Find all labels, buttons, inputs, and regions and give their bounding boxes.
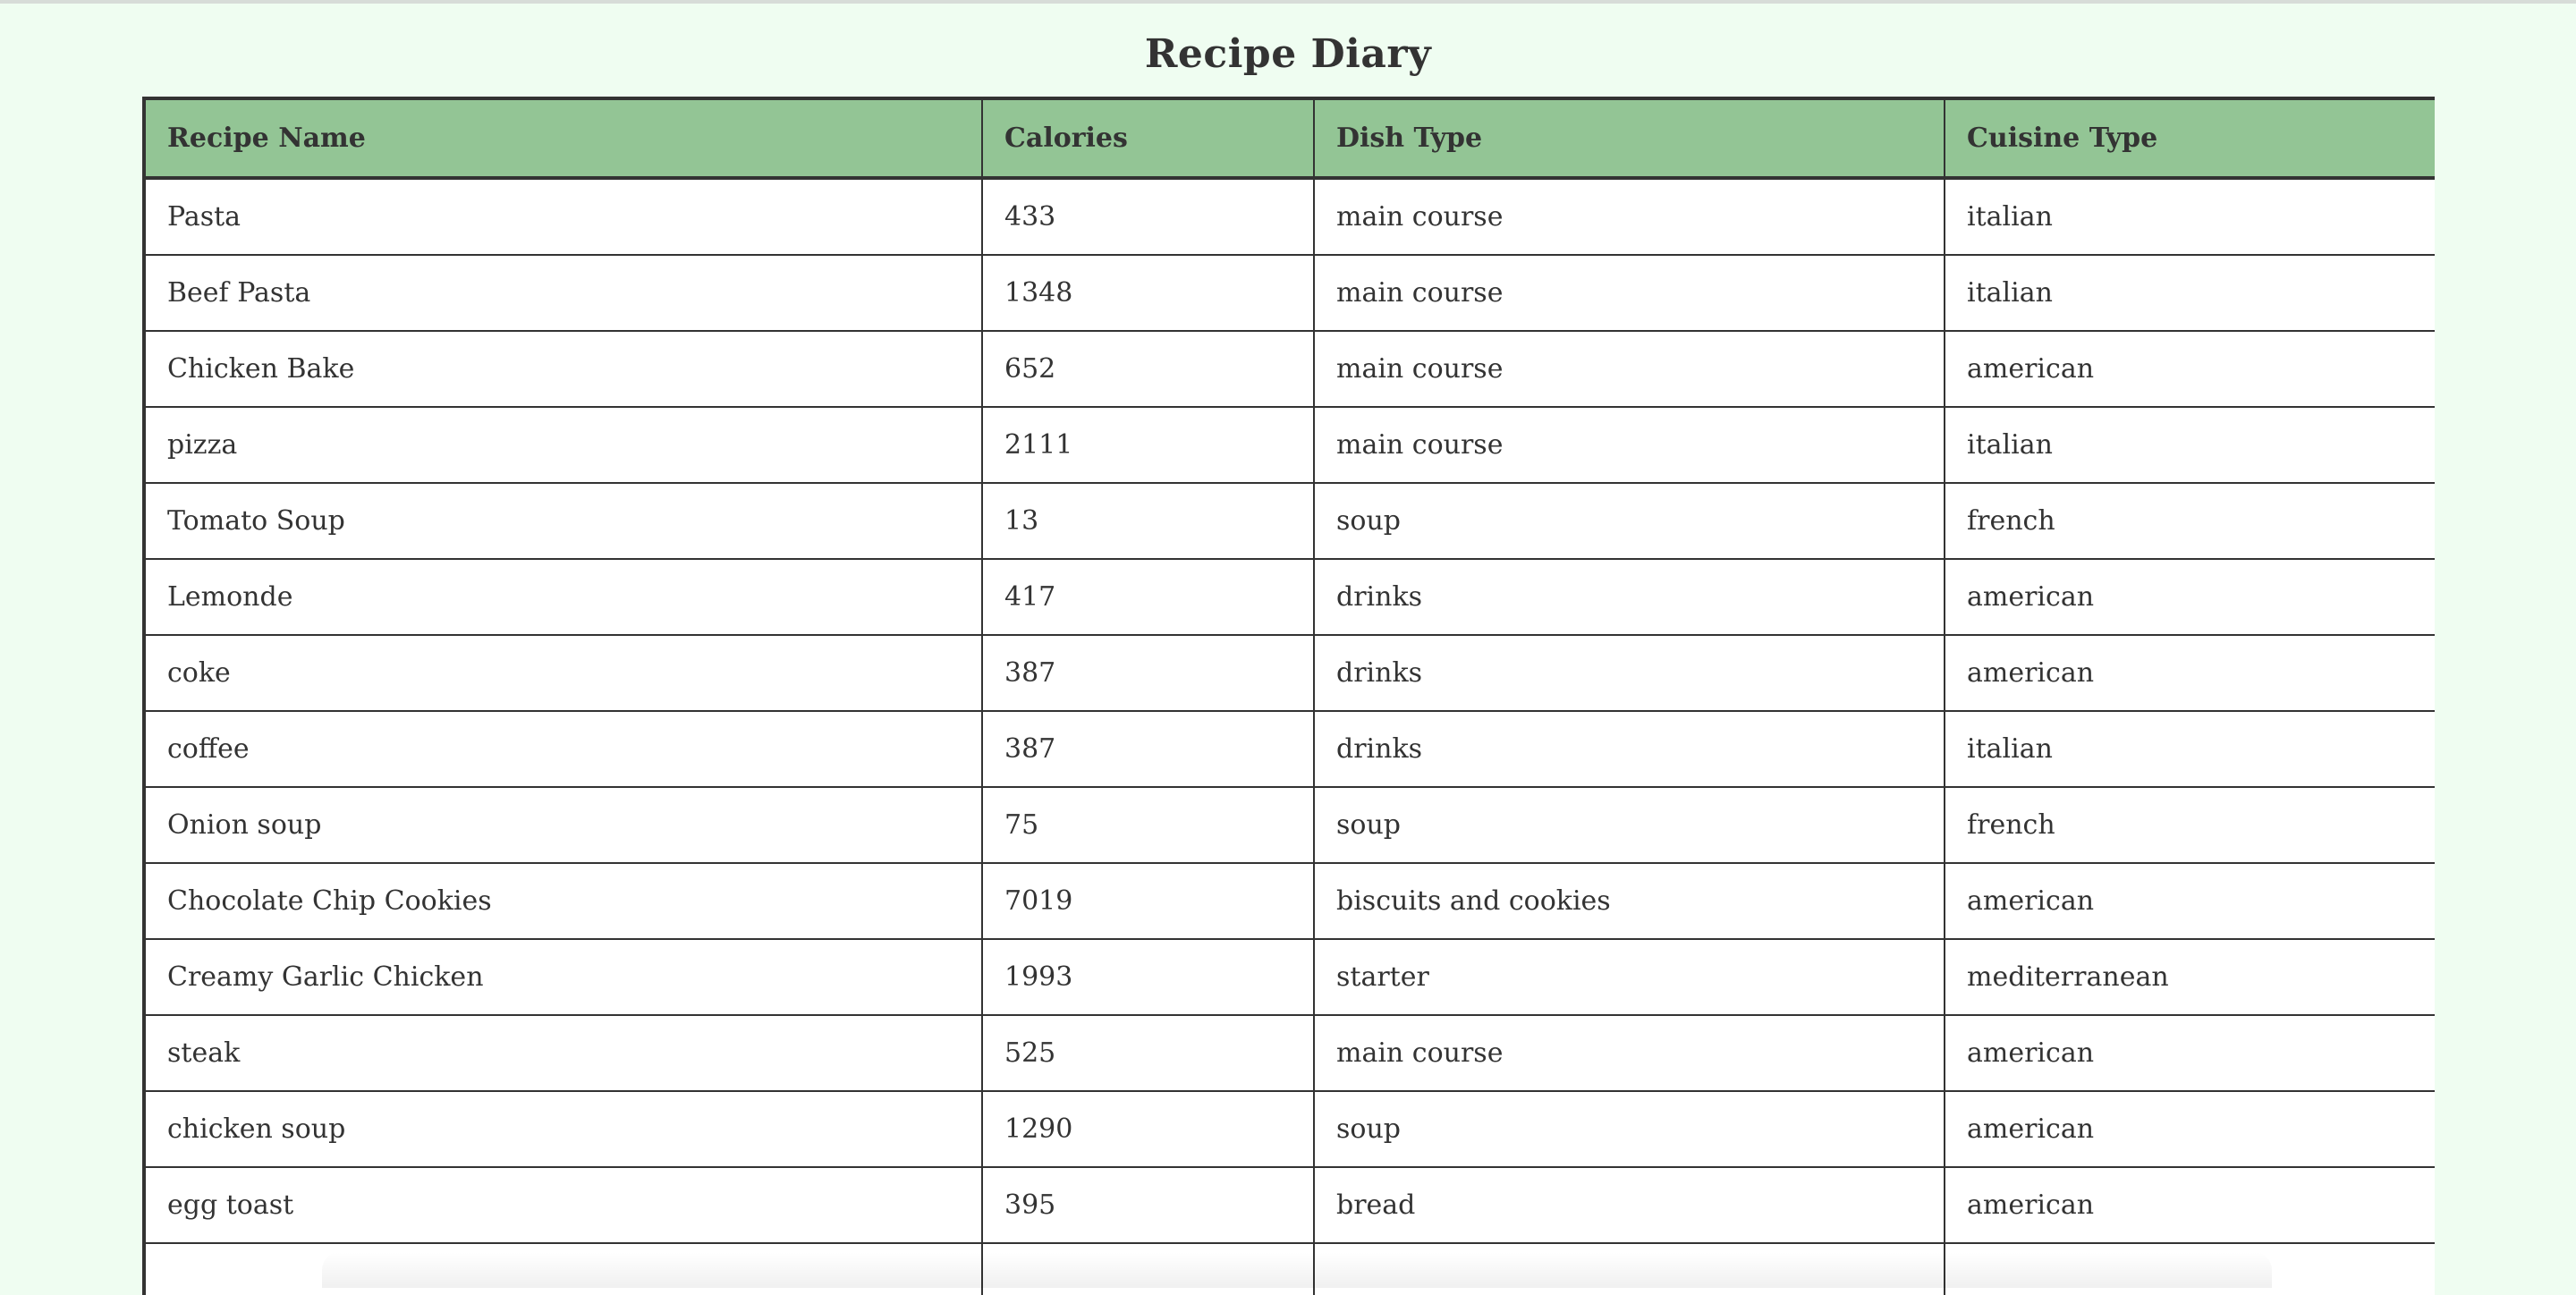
- table-row: steak 525 main course american: [143, 1014, 2435, 1092]
- cell-dish-type: main course: [1313, 254, 1945, 332]
- cell-recipe-name: Chicken Bake: [143, 330, 983, 408]
- cell-dish-type: drinks: [1313, 710, 1945, 788]
- table-row: coffee 387 drinks italian: [143, 710, 2435, 788]
- cell-dish-type: soup: [1313, 482, 1945, 560]
- column-header-dish-type: Dish Type: [1313, 97, 1945, 180]
- table-row: chicken soup 1290 soup american: [143, 1090, 2435, 1168]
- cell-dish-type: drinks: [1313, 558, 1945, 636]
- cell-dish-type: biscuits and cookies: [1313, 862, 1945, 940]
- cell-dish-type: bread: [1313, 1166, 1945, 1244]
- cell-recipe-name: Tomato Soup: [143, 482, 983, 560]
- cell-recipe-name: Beef Pasta: [143, 254, 983, 332]
- cell-cuisine-type: american: [1944, 1166, 2435, 1244]
- cell-calories: 395: [981, 1166, 1315, 1244]
- cell-dish-type: starter: [1313, 938, 1945, 1016]
- cell-calories: 1348: [981, 254, 1315, 332]
- cell-recipe-name: Creamy Garlic Chicken: [143, 938, 983, 1016]
- cell-cuisine-type: french: [1944, 482, 2435, 560]
- cell-calories: 417: [981, 558, 1315, 636]
- cell-recipe-name: egg toast: [143, 1166, 983, 1244]
- cell-calories: 75: [981, 786, 1315, 864]
- cell-dish-type: main course: [1313, 177, 1945, 256]
- table-row: pizza 2111 main course italian: [143, 406, 2435, 484]
- cell-cuisine-type: american: [1944, 1014, 2435, 1092]
- table-row: Tomato Soup 13 soup french: [143, 482, 2435, 560]
- cell-recipe-name: Lemonde: [143, 558, 983, 636]
- table-row: Chocolate Chip Cookies 7019 biscuits and c…: [143, 862, 2435, 940]
- cell-dish-type: soup: [1313, 786, 1945, 864]
- cell-cuisine-type: american: [1944, 558, 2435, 636]
- cell-dish-type: [1313, 1242, 1945, 1295]
- cell-dish-type: drinks: [1313, 634, 1945, 712]
- cell-calories: 387: [981, 634, 1315, 712]
- cell-recipe-name: pizza: [143, 406, 983, 484]
- cell-cuisine-type: italian: [1944, 406, 2435, 484]
- cell-calories: 1993: [981, 938, 1315, 1016]
- cell-cuisine-type: italian: [1944, 254, 2435, 332]
- cell-cuisine-type: american: [1944, 330, 2435, 408]
- table-row: Pasta 433 main course italian: [143, 177, 2435, 256]
- cell-calories: 2111: [981, 406, 1315, 484]
- table-row: Onion soup 75 soup french: [143, 786, 2435, 864]
- cell-cuisine-type: american: [1944, 634, 2435, 712]
- recipe-table: Recipe Name Calories Dish Type Cuisine T…: [142, 97, 2435, 1295]
- cell-recipe-name: coffee: [143, 710, 983, 788]
- cell-cuisine-type: french: [1944, 786, 2435, 864]
- recipe-table-header: Recipe Name Calories Dish Type Cuisine T…: [143, 97, 2435, 180]
- cell-recipe-name: coke: [143, 634, 983, 712]
- page-title: Recipe Diary: [1144, 31, 1432, 77]
- cell-recipe-name: Onion soup: [143, 786, 983, 864]
- table-row: [143, 1242, 2435, 1295]
- cell-calories: 652: [981, 330, 1315, 408]
- table-row: egg toast 395 bread american: [143, 1166, 2435, 1244]
- table-row: Beef Pasta 1348 main course italian: [143, 254, 2435, 332]
- cell-cuisine-type: american: [1944, 862, 2435, 940]
- cell-calories: 525: [981, 1014, 1315, 1092]
- cell-calories: 433: [981, 177, 1315, 256]
- cell-cuisine-type: mediterranean: [1944, 938, 2435, 1016]
- cell-recipe-name: [143, 1242, 983, 1295]
- cell-recipe-name: steak: [143, 1014, 983, 1092]
- window-top-edge: [0, 0, 2576, 4]
- cell-calories: 7019: [981, 862, 1315, 940]
- column-header-calories: Calories: [981, 97, 1315, 180]
- column-header-cuisine-type: Cuisine Type: [1944, 97, 2435, 180]
- cell-recipe-name: Pasta: [143, 177, 983, 256]
- cell-dish-type: main course: [1313, 406, 1945, 484]
- cell-calories: 1290: [981, 1090, 1315, 1168]
- recipe-table-container: Recipe Name Calories Dish Type Cuisine T…: [142, 97, 2435, 1295]
- header-row: Recipe Name Calories Dish Type Cuisine T…: [143, 97, 2435, 180]
- cell-dish-type: main course: [1313, 330, 1945, 408]
- cell-cuisine-type: american: [1944, 1090, 2435, 1168]
- table-row: Chicken Bake 652 main course american: [143, 330, 2435, 408]
- recipe-table-body: Pasta 433 main course italian Beef Pasta 1348…: [143, 177, 2435, 1295]
- cell-calories: 387: [981, 710, 1315, 788]
- cell-recipe-name: Chocolate Chip Cookies: [143, 862, 983, 940]
- table-row: coke 387 drinks american: [143, 634, 2435, 712]
- cell-recipe-name: chicken soup: [143, 1090, 983, 1168]
- cell-cuisine-type: [1944, 1242, 2435, 1295]
- cell-dish-type: main course: [1313, 1014, 1945, 1092]
- table-row: Lemonde 417 drinks american: [143, 558, 2435, 636]
- cell-calories: [981, 1242, 1315, 1295]
- table-row: Creamy Garlic Chicken 1993 starter mediterr…: [143, 938, 2435, 1016]
- cell-dish-type: soup: [1313, 1090, 1945, 1168]
- column-header-recipe-name: Recipe Name: [143, 97, 983, 180]
- cell-calories: 13: [981, 482, 1315, 560]
- cell-cuisine-type: italian: [1944, 710, 2435, 788]
- cell-cuisine-type: italian: [1944, 177, 2435, 256]
